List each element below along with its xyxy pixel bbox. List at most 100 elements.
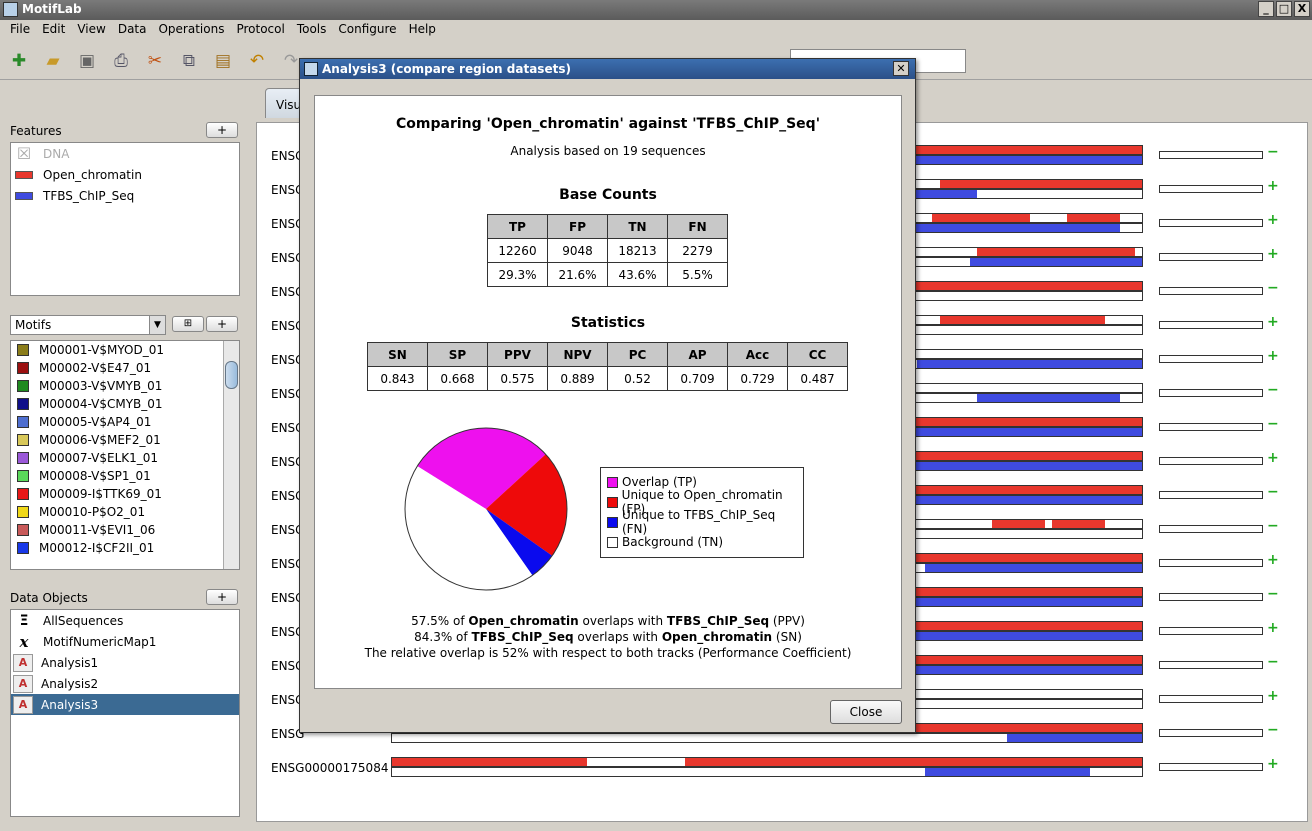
menu-configure[interactable]: Configure <box>332 20 402 40</box>
menu-protocol[interactable]: Protocol <box>230 20 290 40</box>
data-object-motifnumericmap1[interactable]: x MotifNumericMap1 <box>11 631 239 652</box>
motif-item[interactable]: M00011-V$EVI1_06 <box>11 521 239 539</box>
region-segment[interactable] <box>977 248 1135 256</box>
feature-item-open-chromatin[interactable]: Open_chromatin <box>11 164 239 185</box>
chevron-down-icon[interactable]: ▼ <box>149 316 165 334</box>
menu-help[interactable]: Help <box>403 20 442 40</box>
collapse-icon[interactable]: − <box>1267 518 1279 534</box>
motif-item[interactable]: M00006-V$MEF2_01 <box>11 431 239 449</box>
region-segment[interactable] <box>939 180 1142 188</box>
collapse-icon[interactable]: − <box>1267 484 1279 500</box>
dialog-title-bar: Analysis3 (compare region datasets) ✕ <box>300 59 915 79</box>
expand-icon[interactable]: + <box>1267 348 1279 364</box>
collapse-icon[interactable]: − <box>1267 416 1279 432</box>
region-segment[interactable] <box>924 768 1090 776</box>
region-segment[interactable] <box>1007 734 1142 742</box>
collapse-icon[interactable]: − <box>1267 654 1279 670</box>
motif-item[interactable]: M00009-I$TTK69_01 <box>11 485 239 503</box>
copy-icon[interactable]: ⧉ <box>176 48 202 74</box>
collapse-icon[interactable]: − <box>1267 280 1279 296</box>
expand-icon[interactable]: + <box>1267 246 1279 262</box>
motif-tree-button[interactable]: ⊞ <box>172 316 204 332</box>
motif-item[interactable]: M00012-I$CF2II_01 <box>11 539 239 557</box>
region-segment[interactable] <box>977 394 1120 402</box>
paste-icon[interactable]: ▤ <box>210 48 236 74</box>
motif-item[interactable]: M00008-V$SP1_01 <box>11 467 239 485</box>
collapse-icon[interactable]: − <box>1267 144 1279 160</box>
collapse-icon[interactable]: − <box>1267 382 1279 398</box>
region-segment[interactable] <box>1067 214 1120 222</box>
close-window-button[interactable]: X <box>1294 1 1310 17</box>
expand-icon[interactable]: + <box>1267 756 1279 772</box>
add-data-object-button[interactable]: + <box>206 589 238 605</box>
motif-item[interactable]: M00001-V$MYOD_01 <box>11 341 239 359</box>
feature-item-dna[interactable]: ☒ DNA <box>11 143 239 164</box>
motif-item[interactable]: M00003-V$VMYB_01 <box>11 377 239 395</box>
features-panel: Features + ☒ DNA Open_chromatin TFBS_ChI… <box>6 118 244 298</box>
region-segment[interactable] <box>969 258 1142 266</box>
collapse-icon[interactable]: − <box>1267 586 1279 602</box>
menu-tools[interactable]: Tools <box>291 20 333 40</box>
open-icon[interactable]: ▰ <box>40 48 66 74</box>
maximize-button[interactable]: □ <box>1276 1 1292 17</box>
feature-label: TFBS_ChIP_Seq <box>43 188 135 203</box>
minimize-button[interactable]: _ <box>1258 1 1274 17</box>
expand-icon[interactable]: + <box>1267 688 1279 704</box>
region-segment[interactable] <box>992 520 1045 528</box>
region-segment[interactable] <box>909 666 1142 674</box>
close-button[interactable]: Close <box>830 700 902 724</box>
expand-icon[interactable]: + <box>1267 178 1279 194</box>
menu-data[interactable]: Data <box>112 20 153 40</box>
region-segment[interactable] <box>392 758 587 766</box>
feature-label: DNA <box>43 146 70 161</box>
data-object-analysis1[interactable]: A Analysis1 <box>11 652 239 673</box>
expand-icon[interactable]: + <box>1267 314 1279 330</box>
add-motif-button[interactable]: + <box>206 316 238 332</box>
feature-item-tfbs-chip-seq[interactable]: TFBS_ChIP_Seq <box>11 185 239 206</box>
new-icon[interactable]: ✚ <box>6 48 32 74</box>
data-object-analysis3[interactable]: A Analysis3 <box>11 694 239 715</box>
motif-item[interactable]: M00005-V$AP4_01 <box>11 413 239 431</box>
sequence-overview-bar <box>1159 253 1263 261</box>
motif-item[interactable]: M00004-V$CMYB_01 <box>11 395 239 413</box>
sequence-overview-bar <box>1159 219 1263 227</box>
expand-icon[interactable]: + <box>1267 450 1279 466</box>
region-segment[interactable] <box>917 360 1142 368</box>
menu-operations[interactable]: Operations <box>152 20 230 40</box>
menu-bar: File Edit View Data Operations Protocol … <box>0 20 1312 40</box>
app-title: MotifLab <box>22 2 82 16</box>
motif-color-swatch <box>17 398 29 410</box>
menu-edit[interactable]: Edit <box>36 20 71 40</box>
open-chromatin-track[interactable] <box>391 757 1143 767</box>
undo-icon[interactable]: ↶ <box>244 48 270 74</box>
save-icon[interactable]: ▣ <box>74 48 100 74</box>
region-segment[interactable] <box>684 758 1142 766</box>
expand-icon[interactable]: + <box>1267 552 1279 568</box>
base-counts-table: TP FP TN FN 12260 9048 18213 2279 29.3% … <box>487 214 728 287</box>
expand-icon[interactable]: + <box>1267 620 1279 636</box>
motif-item[interactable]: M00007-V$ELK1_01 <box>11 449 239 467</box>
tfbs-chip-seq-track[interactable] <box>391 767 1143 777</box>
data-object-analysis2[interactable]: A Analysis2 <box>11 673 239 694</box>
motif-color-swatch <box>17 380 29 392</box>
motifs-scrollbar[interactable] <box>223 341 239 569</box>
region-segment[interactable] <box>924 564 1142 572</box>
motifs-dropdown[interactable]: Motifs ▼ <box>10 315 166 335</box>
add-feature-button[interactable]: + <box>206 122 238 138</box>
region-segment[interactable] <box>939 316 1105 324</box>
dialog-close-icon[interactable]: ✕ <box>893 61 909 76</box>
expand-icon[interactable]: + <box>1267 212 1279 228</box>
print-icon[interactable]: ⎙ <box>108 48 134 74</box>
menu-file[interactable]: File <box>4 20 36 40</box>
region-segment[interactable] <box>1052 520 1105 528</box>
legend-label: Unique to TFBS_ChIP_Seq (FN) <box>621 508 776 536</box>
cut-icon[interactable]: ✂ <box>142 48 168 74</box>
region-segment[interactable] <box>932 214 1030 222</box>
motif-item[interactable]: M00010-P$O2_01 <box>11 503 239 521</box>
collapse-icon[interactable]: − <box>1267 722 1279 738</box>
menu-view[interactable]: View <box>71 20 111 40</box>
motif-label: M00005-V$AP4_01 <box>39 415 152 429</box>
motif-item[interactable]: M00002-V$E47_01 <box>11 359 239 377</box>
data-object-allsequences[interactable]: Ξ AllSequences <box>11 610 239 631</box>
tfbs-chip-seq-track[interactable] <box>391 733 1143 743</box>
